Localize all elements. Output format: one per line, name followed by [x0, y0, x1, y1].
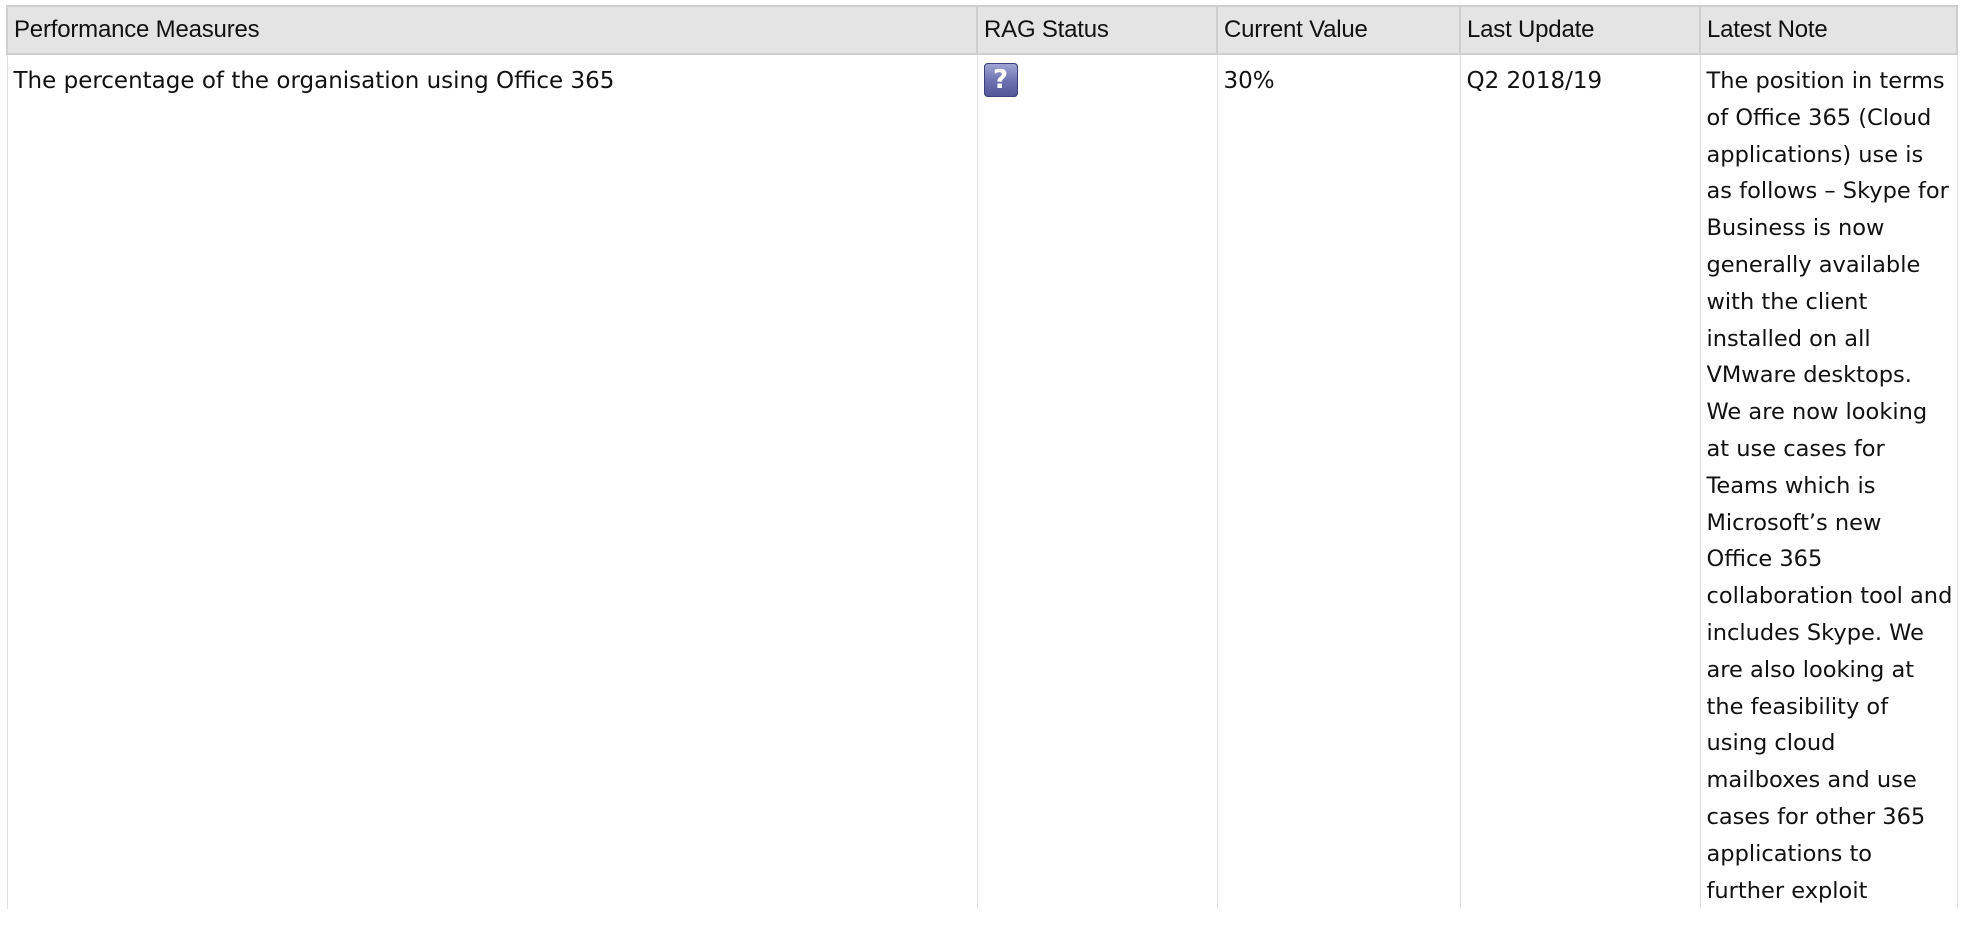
rag-status-cell: ?	[976, 54, 1218, 910]
header-rag-status[interactable]: RAG Status	[976, 5, 1218, 55]
question-icon[interactable]: ?	[983, 63, 1018, 97]
header-last-update[interactable]: Last Update	[1459, 5, 1701, 55]
performance-table-container: Performance Measures RAG Status Current …	[6, 5, 1958, 910]
table-header: Performance Measures RAG Status Current …	[6, 5, 1958, 55]
current-value-cell: 30%	[1216, 54, 1461, 910]
table-body: The percentage of the organisation using…	[6, 54, 1958, 910]
header-performance-measures[interactable]: Performance Measures	[6, 5, 978, 55]
header-row: Performance Measures RAG Status Current …	[6, 5, 1958, 55]
last-update-cell: Q2 2018/19	[1459, 54, 1701, 910]
measure-cell: The percentage of the organisation using…	[6, 54, 978, 910]
performance-table: Performance Measures RAG Status Current …	[6, 5, 1958, 910]
latest-note-cell: The position in terms of Office 365 (Clo…	[1699, 54, 1958, 910]
header-current-value[interactable]: Current Value	[1216, 5, 1461, 55]
header-latest-note[interactable]: Latest Note	[1699, 5, 1958, 55]
table-row: The percentage of the organisation using…	[6, 54, 1958, 910]
